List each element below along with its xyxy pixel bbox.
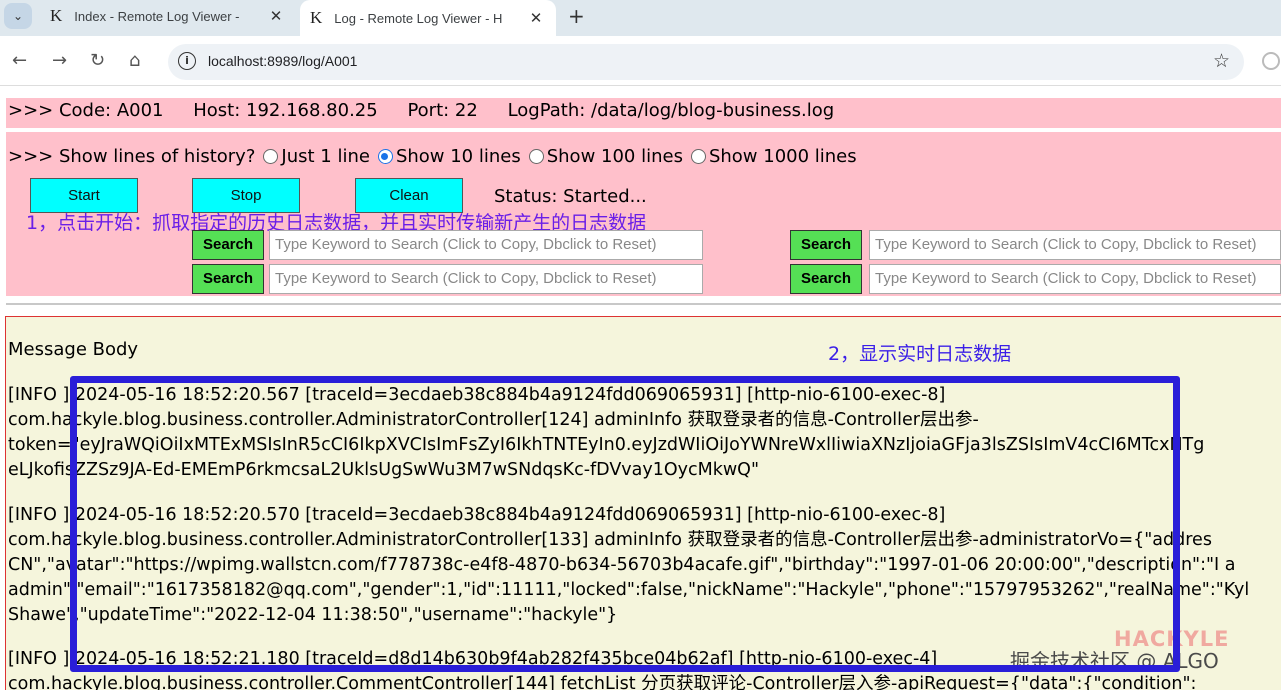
history-label: >>> Show lines of history? bbox=[8, 146, 256, 167]
port-label: Port: 22 bbox=[407, 100, 478, 121]
connection-info: >>> Code: A001 Host: 192.168.80.25 Port:… bbox=[6, 98, 1281, 128]
tab-favicon-icon: K bbox=[50, 6, 63, 25]
back-icon[interactable]: ← bbox=[12, 50, 27, 71]
search-input[interactable]: Type Keyword to Search (Click to Copy, D… bbox=[869, 264, 1281, 294]
annotation-highlight-box bbox=[70, 376, 1180, 672]
search-button[interactable]: Search bbox=[790, 264, 862, 294]
divider bbox=[6, 303, 1281, 305]
tab-search-chevron-icon[interactable]: ⌄ bbox=[4, 3, 32, 29]
search-input[interactable]: Type Keyword to Search (Click to Copy, D… bbox=[869, 230, 1281, 260]
search-button[interactable]: Search bbox=[192, 264, 264, 294]
address-bar: ← → ↻ ⌂ i localhost:8989/log/A001 ☆ bbox=[0, 36, 1281, 86]
close-icon[interactable]: ✕ bbox=[524, 9, 548, 27]
radio-show-1000-lines[interactable] bbox=[690, 149, 706, 164]
url-text: localhost:8989/log/A001 bbox=[208, 53, 358, 69]
search-button[interactable]: Search bbox=[192, 230, 264, 260]
tab-title: Log - Remote Log Viewer - H bbox=[334, 10, 503, 26]
url-input[interactable]: i localhost:8989/log/A001 ☆ bbox=[168, 44, 1244, 80]
radio-label: Show 1000 lines bbox=[708, 146, 857, 167]
control-panel: >>> Show lines of history? Just 1 line S… bbox=[6, 132, 1281, 296]
tab-favicon-icon: K bbox=[310, 8, 323, 27]
radio-just-1-line[interactable] bbox=[263, 149, 279, 164]
history-options: >>> Show lines of history? Just 1 line S… bbox=[8, 146, 857, 167]
tab-bar: ⌄ K Index - Remote Log Viewer - ✕ K Log … bbox=[0, 0, 1281, 36]
bookmark-star-icon[interactable]: ☆ bbox=[1213, 50, 1230, 72]
site-info-icon[interactable]: i bbox=[178, 52, 196, 70]
code-label: >>> Code: A001 bbox=[8, 100, 164, 121]
radio-label: Just 1 line bbox=[281, 146, 370, 167]
new-tab-icon[interactable]: + bbox=[568, 4, 585, 28]
logpath-label: LogPath: /data/log/blog-business.log bbox=[507, 100, 835, 121]
status-text: Status: Started... bbox=[494, 186, 647, 207]
log-line: com.hackyle.blog.business.controller.Com… bbox=[8, 674, 1197, 690]
profile-icon[interactable] bbox=[1262, 52, 1280, 70]
home-icon[interactable]: ⌂ bbox=[129, 50, 140, 71]
radio-show-10-lines[interactable] bbox=[377, 149, 393, 164]
host-label: Host: 192.168.80.25 bbox=[193, 100, 378, 121]
message-title: Message Body bbox=[8, 339, 139, 360]
forward-icon[interactable]: → bbox=[52, 50, 67, 71]
search-button[interactable]: Search bbox=[790, 230, 862, 260]
radio-label: Show 100 lines bbox=[546, 146, 683, 167]
radio-label: Show 10 lines bbox=[395, 146, 521, 167]
radio-show-100-lines[interactable] bbox=[528, 149, 544, 164]
search-input[interactable]: Type Keyword to Search (Click to Copy, D… bbox=[269, 230, 703, 260]
tab-index[interactable]: K Index - Remote Log Viewer - ✕ bbox=[40, 0, 296, 32]
tab-title: Index - Remote Log Viewer - bbox=[74, 8, 240, 24]
reload-icon[interactable]: ↻ bbox=[90, 50, 105, 71]
tab-log[interactable]: K Log - Remote Log Viewer - H ✕ bbox=[300, 0, 556, 36]
search-input[interactable]: Type Keyword to Search (Click to Copy, D… bbox=[269, 264, 703, 294]
annotation-realtime: 2，显示实时日志数据 bbox=[828, 343, 1012, 365]
close-icon[interactable]: ✕ bbox=[264, 7, 288, 25]
